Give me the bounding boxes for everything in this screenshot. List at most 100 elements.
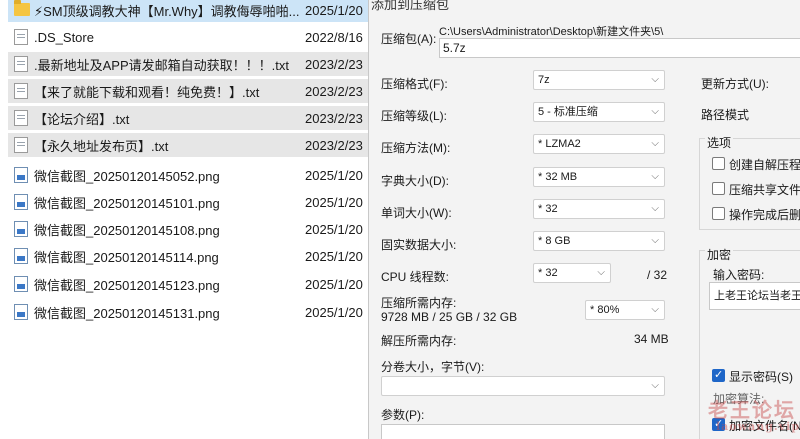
- add-to-archive-dialog: 添加到压缩包 压缩包(A): C:\Users\Administrator\De…: [368, 0, 800, 439]
- chevron-down-icon: ⌵: [651, 138, 659, 149]
- image-icon: [14, 194, 28, 210]
- split-volume-select[interactable]: ⌵: [381, 376, 665, 396]
- file-date: 2025/1/20: [305, 167, 363, 183]
- file-name: ⚡SM顶级调教大神【Mr.Why】调教侮辱啪啪...: [34, 3, 300, 19]
- file-row[interactable]: 【来了就能下载和观看！纯免费！】.txt 2023/2/23: [8, 79, 375, 103]
- chevron-down-icon: ⌵: [651, 171, 659, 182]
- file-date: 2025/1/20: [305, 304, 363, 320]
- file-name: .DS_Store: [34, 29, 94, 45]
- parameters-label: 参数(P):: [381, 408, 425, 422]
- file-row[interactable]: 微信截图_20250120145131.png 2025/1/20: [8, 300, 375, 324]
- image-icon: [14, 276, 28, 292]
- archive-label: 压缩包(A):: [381, 32, 437, 46]
- memory-percent-value: * 80%: [590, 304, 620, 316]
- word-size-select[interactable]: * 32 ⌵: [533, 199, 665, 219]
- image-icon: [14, 167, 28, 183]
- file-row[interactable]: 【论坛介绍】.txt 2023/2/23: [8, 106, 375, 130]
- image-icon: [14, 221, 28, 237]
- method-value: * LZMA2: [538, 138, 581, 150]
- method-label: 压缩方法(M):: [381, 141, 451, 155]
- level-value: 5 - 标准压缩: [538, 106, 598, 118]
- delete-after-label: 操作完成后删除: [729, 208, 800, 222]
- file-date: 2023/2/23: [305, 56, 363, 72]
- chevron-down-icon: ⌵: [651, 235, 659, 246]
- document-icon: [14, 56, 28, 72]
- file-name: 微信截图_20250120145108.png: [34, 222, 220, 238]
- format-value: 7z: [538, 74, 550, 86]
- delete-after-checkbox[interactable]: [712, 207, 725, 220]
- dialog-title: 添加到压缩包: [371, 0, 450, 12]
- image-icon: [14, 248, 28, 264]
- watermark-url: laowang.vip: [716, 420, 800, 433]
- dictionary-value: * 32 MB: [538, 171, 578, 183]
- document-icon: [14, 110, 28, 126]
- dictionary-select[interactable]: * 32 MB ⌵: [533, 167, 665, 187]
- file-row[interactable]: 微信截图_20250120145052.png 2025/1/20: [8, 163, 375, 187]
- image-icon: [14, 304, 28, 320]
- level-select[interactable]: 5 - 标准压缩 ⌵: [533, 102, 665, 122]
- file-name: .最新地址及APP请发邮箱自动获取！！！.txt: [34, 57, 289, 73]
- file-date: 2023/2/23: [305, 110, 363, 126]
- solid-block-label: 固实数据大小:: [381, 238, 457, 252]
- file-row[interactable]: .DS_Store 2022/8/16: [8, 25, 375, 49]
- cpu-threads-max: / 32: [647, 268, 668, 282]
- chevron-down-icon: ⌵: [651, 106, 659, 117]
- file-date: 2025/1/20: [305, 248, 363, 264]
- path-mode-label: 路径模式: [701, 108, 750, 122]
- file-list: ⚡SM顶级调教大神【Mr.Why】调教侮辱啪啪... 2025/1/20 .DS…: [0, 0, 375, 439]
- memory-usage-value: 9728 MB / 25 GB / 32 GB: [381, 310, 518, 324]
- file-name: 【来了就能下载和观看！纯免费！】.txt: [34, 84, 260, 100]
- split-volume-label: 分卷大小，字节(V):: [381, 360, 485, 374]
- file-row[interactable]: 微信截图_20250120145101.png 2025/1/20: [8, 190, 375, 214]
- file-row[interactable]: 微信截图_20250120145114.png 2025/1/20: [8, 244, 375, 268]
- file-date: 2023/2/23: [305, 137, 363, 153]
- options-label: 选项: [705, 134, 734, 151]
- update-mode-label: 更新方式(U):: [701, 77, 769, 91]
- chevron-down-icon: ⌵: [651, 74, 659, 85]
- level-label: 压缩等级(L):: [381, 109, 448, 123]
- file-date: 2023/2/23: [305, 83, 363, 99]
- file-row[interactable]: 微信截图_20250120145123.png 2025/1/20: [8, 272, 375, 296]
- cpu-threads-value: * 32: [538, 267, 558, 279]
- file-date: 2025/1/20: [305, 2, 363, 18]
- archive-name-input[interactable]: 5.7z: [439, 38, 800, 58]
- show-password-checkbox[interactable]: [712, 368, 725, 382]
- file-row[interactable]: 【永久地址发布页】.txt 2023/2/23: [8, 133, 375, 157]
- sfx-checkbox[interactable]: [712, 157, 725, 170]
- shared-label: 压缩共享文件: [729, 183, 800, 197]
- file-name: 微信截图_20250120145123.png: [34, 277, 220, 293]
- sfx-label: 创建自解压程序: [729, 158, 800, 172]
- chevron-down-icon: ⌵: [651, 203, 659, 214]
- solid-block-select[interactable]: * 8 GB ⌵: [533, 231, 665, 251]
- file-name: 【论坛介绍】.txt: [34, 111, 130, 127]
- folder-icon: [14, 0, 30, 16]
- file-row[interactable]: .最新地址及APP请发邮箱自动获取！！！.txt 2023/2/23: [8, 52, 375, 76]
- password-input[interactable]: 上老王论坛当老王: [709, 282, 800, 310]
- file-name: 微信截图_20250120145131.png: [34, 305, 220, 321]
- parameters-input[interactable]: [381, 424, 665, 439]
- method-select[interactable]: * LZMA2 ⌵: [533, 134, 665, 154]
- file-date: 2025/1/20: [305, 194, 363, 210]
- word-size-label: 单词大小(W):: [381, 206, 452, 220]
- document-icon: [14, 29, 28, 45]
- watermark-text: 老王论坛: [708, 398, 796, 422]
- file-row[interactable]: ⚡SM顶级调教大神【Mr.Why】调教侮辱啪啪... 2025/1/20: [8, 0, 375, 22]
- file-name: 微信截图_20250120145052.png: [34, 168, 220, 184]
- file-name: 微信截图_20250120145101.png: [34, 195, 220, 211]
- decompress-memory-label: 解压所需内存:: [381, 334, 457, 348]
- document-icon: [14, 83, 28, 99]
- decompress-memory-value: 34 MB: [634, 332, 669, 346]
- memory-percent-select[interactable]: * 80% ⌵: [585, 300, 665, 320]
- format-select[interactable]: 7z ⌵: [533, 70, 665, 90]
- word-size-value: * 32: [538, 203, 558, 215]
- encryption-label: 加密: [705, 246, 734, 263]
- cpu-threads-select[interactable]: * 32 ⌵: [533, 263, 611, 283]
- password-label: 输入密码:: [713, 268, 765, 282]
- cpu-threads-label: CPU 线程数:: [381, 270, 450, 284]
- document-icon: [14, 137, 28, 153]
- show-password-label: 显示密码(S): [729, 370, 793, 384]
- file-row[interactable]: 微信截图_20250120145108.png 2025/1/20: [8, 217, 375, 241]
- archive-path: C:\Users\Administrator\Desktop\新建文件夹\5\: [439, 26, 664, 38]
- shared-checkbox[interactable]: [712, 182, 725, 195]
- format-label: 压缩格式(F):: [381, 77, 448, 91]
